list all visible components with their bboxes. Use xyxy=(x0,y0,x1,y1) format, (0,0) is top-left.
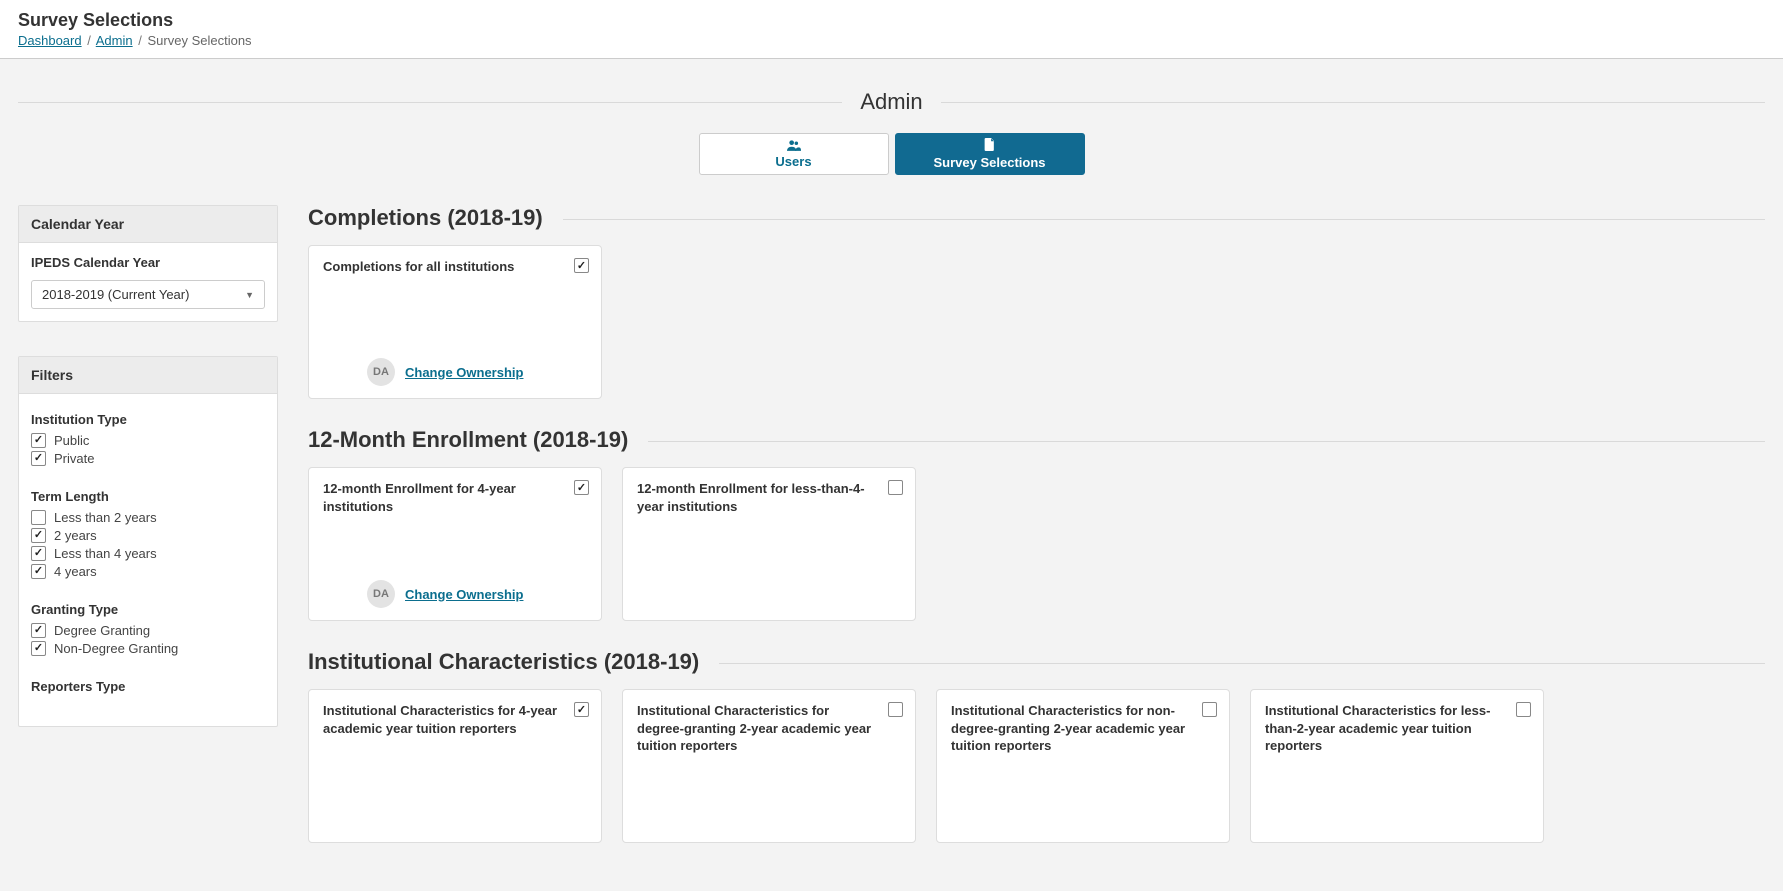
breadcrumb-dashboard[interactable]: Dashboard xyxy=(18,33,82,48)
filter-option-label: Public xyxy=(54,433,89,448)
ipeds-year-label: IPEDS Calendar Year xyxy=(31,255,265,270)
breadcrumb: Dashboard / Admin / Survey Selections xyxy=(18,33,1765,48)
filter-option[interactable]: Less than 2 years xyxy=(31,510,265,525)
group-heading: Institutional Characteristics (2018-19) xyxy=(308,649,1765,675)
content: Completions (2018-19) Completions for all… xyxy=(308,205,1765,891)
calendar-year-panel: Calendar Year IPEDS Calendar Year 2018-2… xyxy=(18,205,278,322)
ipeds-year-selected: 2018-2019 (Current Year) xyxy=(42,287,189,302)
survey-card: Institutional Characteristics for less-t… xyxy=(1250,689,1544,843)
survey-card-title: Completions for all institutions xyxy=(323,258,587,276)
survey-card-title: Institutional Characteristics for degree… xyxy=(637,702,901,755)
checkbox-icon xyxy=(31,641,46,656)
checkbox-icon xyxy=(31,510,46,525)
group-heading: 12-Month Enrollment (2018-19) xyxy=(308,427,1765,453)
checkbox-icon xyxy=(31,564,46,579)
filter-group-label: Institution Type xyxy=(31,412,265,427)
filter-option-label: Private xyxy=(54,451,94,466)
users-icon xyxy=(787,139,801,154)
document-icon xyxy=(984,138,995,154)
tab-survey-selections[interactable]: Survey Selections xyxy=(895,133,1085,175)
card-grid: Completions for all institutions DA Change… xyxy=(308,245,1765,399)
filter-option[interactable]: 4 years xyxy=(31,564,265,579)
group-title: 12-Month Enrollment (2018-19) xyxy=(308,427,648,453)
tab-survey-selections-label: Survey Selections xyxy=(934,156,1046,170)
tab-row: Users Survey Selections xyxy=(18,133,1765,175)
ipeds-year-select[interactable]: 2018-2019 (Current Year) ▼ xyxy=(31,280,265,309)
topbar: Survey Selections Dashboard / Admin / Su… xyxy=(0,0,1783,59)
checkbox-icon xyxy=(31,433,46,448)
page-title: Survey Selections xyxy=(18,10,1765,31)
breadcrumb-sep: / xyxy=(87,33,91,48)
filter-option[interactable]: Public xyxy=(31,433,265,448)
survey-card-title: 12-month Enrollment for less-than-4-year… xyxy=(637,480,901,515)
checkbox-icon xyxy=(31,546,46,561)
tab-users-label: Users xyxy=(775,155,811,169)
survey-card: Institutional Characteristics for 4-year… xyxy=(308,689,602,843)
survey-card-title: 12-month Enrollment for 4-year instituti… xyxy=(323,480,587,515)
group-title: Completions (2018-19) xyxy=(308,205,563,231)
breadcrumb-sep: / xyxy=(138,33,142,48)
survey-card-checkbox[interactable] xyxy=(574,480,589,495)
survey-card-checkbox[interactable] xyxy=(1202,702,1217,717)
filter-group-label: Term Length xyxy=(31,489,265,504)
checkbox-icon xyxy=(31,623,46,638)
survey-card-title: Institutional Characteristics for non-de… xyxy=(951,702,1215,755)
avatar: DA xyxy=(367,358,395,386)
survey-card: 12-month Enrollment for 4-year instituti… xyxy=(308,467,602,621)
filter-option[interactable]: Non-Degree Granting xyxy=(31,641,265,656)
filter-option[interactable]: Degree Granting xyxy=(31,623,265,638)
survey-card-title: Institutional Characteristics for less-t… xyxy=(1265,702,1529,755)
group-title: Institutional Characteristics (2018-19) xyxy=(308,649,719,675)
filters-panel: Filters Institution Type Public Private Ter… xyxy=(18,356,278,727)
survey-card-checkbox[interactable] xyxy=(1516,702,1531,717)
survey-card: Institutional Characteristics for degree… xyxy=(622,689,916,843)
survey-card-footer: DA Change Ownership xyxy=(323,580,587,608)
admin-section-label: Admin xyxy=(18,89,1765,115)
breadcrumb-admin[interactable]: Admin xyxy=(96,33,133,48)
filter-group-label: Granting Type xyxy=(31,602,265,617)
group-heading: Completions (2018-19) xyxy=(308,205,1765,231)
change-ownership-link[interactable]: Change Ownership xyxy=(405,365,523,380)
change-ownership-link[interactable]: Change Ownership xyxy=(405,587,523,602)
avatar: DA xyxy=(367,580,395,608)
calendar-year-header: Calendar Year xyxy=(19,206,277,243)
card-grid: 12-month Enrollment for 4-year instituti… xyxy=(308,467,1765,621)
survey-card-checkbox[interactable] xyxy=(574,258,589,273)
survey-card: 12-month Enrollment for less-than-4-year… xyxy=(622,467,916,621)
filter-option[interactable]: Less than 4 years xyxy=(31,546,265,561)
admin-section-label-text: Admin xyxy=(842,89,940,114)
survey-card-footer: DA Change Ownership xyxy=(323,358,587,386)
chevron-down-icon: ▼ xyxy=(245,290,254,300)
survey-card-checkbox[interactable] xyxy=(574,702,589,717)
checkbox-icon xyxy=(31,451,46,466)
filter-option-label: Less than 2 years xyxy=(54,510,157,525)
filter-option-label: Non-Degree Granting xyxy=(54,641,178,656)
filter-group-label: Reporters Type xyxy=(31,679,265,694)
breadcrumb-current: Survey Selections xyxy=(148,33,252,48)
survey-card: Completions for all institutions DA Change… xyxy=(308,245,602,399)
survey-card-title: Institutional Characteristics for 4-year… xyxy=(323,702,587,737)
filter-option-label: 4 years xyxy=(54,564,97,579)
survey-card-checkbox[interactable] xyxy=(888,480,903,495)
checkbox-icon xyxy=(31,528,46,543)
sidebar: Calendar Year IPEDS Calendar Year 2018-2… xyxy=(18,205,278,727)
main-area: Admin Users Survey Selections Calendar Y… xyxy=(0,59,1783,891)
filter-option[interactable]: Private xyxy=(31,451,265,466)
filter-option-label: Degree Granting xyxy=(54,623,150,638)
survey-card: Institutional Characteristics for non-de… xyxy=(936,689,1230,843)
filters-header: Filters xyxy=(19,357,277,394)
survey-card-checkbox[interactable] xyxy=(888,702,903,717)
filter-option-label: 2 years xyxy=(54,528,97,543)
tab-users[interactable]: Users xyxy=(699,133,889,175)
filter-option-label: Less than 4 years xyxy=(54,546,157,561)
filter-option[interactable]: 2 years xyxy=(31,528,265,543)
card-grid: Institutional Characteristics for 4-year… xyxy=(308,689,1765,843)
